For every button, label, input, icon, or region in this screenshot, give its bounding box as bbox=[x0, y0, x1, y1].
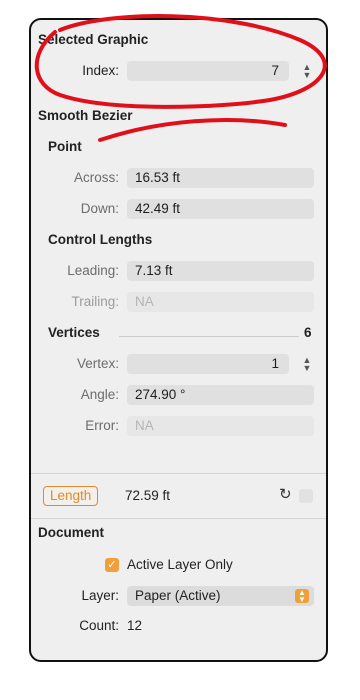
annotation-overlay bbox=[34, 14, 327, 142]
annotation-stroke bbox=[98, 118, 287, 142]
annotation-ellipse bbox=[34, 14, 327, 109]
